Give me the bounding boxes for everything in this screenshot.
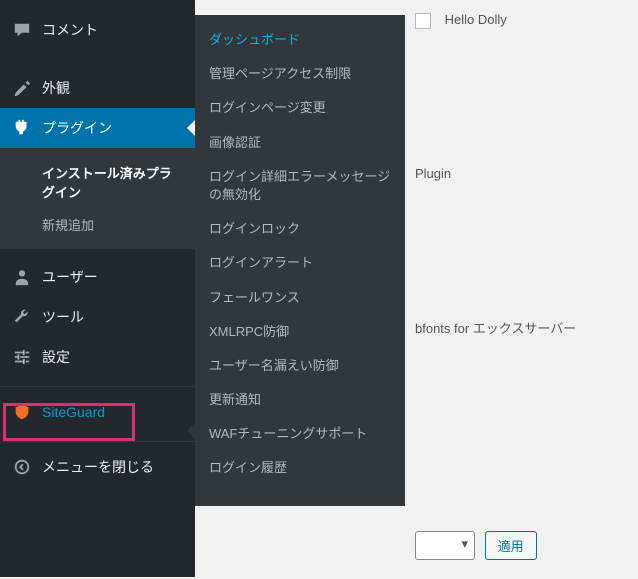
sidebar-item-collapse[interactable]: メニューを閉じる — [0, 447, 195, 487]
flyout-item-dashboard[interactable]: ダッシュボード — [195, 23, 405, 57]
plugin-name: Plugin — [415, 166, 451, 181]
plugin-row: Plugin — [415, 158, 628, 190]
menu-label: プラグイン — [42, 118, 112, 138]
plugin-name: bfonts for エックスサーバー — [415, 321, 576, 336]
active-arrow-icon — [187, 120, 195, 136]
plugin-name: Hello Dolly — [445, 12, 507, 27]
separator — [0, 437, 195, 442]
submenu-add-new[interactable]: 新規追加 — [0, 208, 195, 241]
menu-label: 外観 — [42, 78, 70, 98]
plugin-row: bfonts for エックスサーバー — [415, 310, 628, 346]
brush-icon — [12, 78, 32, 98]
flyout-item[interactable]: ログインアラート — [195, 246, 405, 280]
flyout-item[interactable]: ログインページ変更 — [195, 91, 405, 125]
plugins-submenu: インストール済みプラグイン 新規追加 — [0, 148, 195, 249]
settings-icon — [12, 347, 32, 367]
sidebar-item-comments[interactable]: コメント — [0, 10, 195, 50]
apply-button[interactable]: 適用 — [485, 531, 537, 560]
menu-label: コメント — [42, 20, 98, 40]
menu-label: SiteGuard — [42, 404, 105, 420]
collapse-icon — [12, 457, 32, 477]
users-icon — [12, 267, 32, 287]
menu-label: ユーザー — [42, 267, 98, 287]
flyout-item[interactable]: 画像認証 — [195, 126, 405, 160]
menu-label: メニューを閉じる — [42, 457, 154, 477]
sidebar-item-users[interactable]: ユーザー — [0, 257, 195, 297]
flyout-item[interactable]: フェールワンス — [195, 281, 405, 315]
menu-label: 設定 — [42, 347, 70, 367]
plugin-row: Hello Dolly — [415, 4, 628, 38]
sidebar-item-siteguard[interactable]: SiteGuard — [0, 392, 195, 432]
shield-icon — [12, 402, 32, 422]
bulk-select[interactable]: 一括 — [415, 531, 475, 560]
sidebar-item-plugins[interactable]: プラグイン — [0, 108, 195, 148]
bulk-actions-row: 一括 適用 — [415, 516, 628, 575]
sidebar-item-settings[interactable]: 設定 — [0, 337, 195, 377]
flyout-item[interactable]: WAFチューニングサポート — [195, 417, 405, 451]
flyout-item[interactable]: 管理ページアクセス制限 — [195, 57, 405, 91]
tools-icon — [12, 307, 32, 327]
comment-icon — [12, 20, 32, 40]
plugins-icon — [12, 118, 32, 138]
flyout-item[interactable]: ログイン詳細エラーメッセージの無効化 — [195, 160, 405, 212]
submenu-installed-plugins[interactable]: インストール済みプラグイン — [0, 156, 195, 208]
admin-sidebar: コメント 外観 プラグイン インストール済みプラグイン 新規追加 ユーザー ツー… — [0, 0, 195, 577]
menu-label: ツール — [42, 307, 84, 327]
checkbox[interactable] — [415, 13, 431, 29]
flyout-item[interactable]: 更新通知 — [195, 383, 405, 417]
flyout-item[interactable]: XMLRPC防御 — [195, 315, 405, 349]
siteguard-flyout: ダッシュボード 管理ページアクセス制限 ログインページ変更 画像認証 ログイン詳… — [195, 15, 405, 506]
sidebar-item-appearance[interactable]: 外観 — [0, 68, 195, 108]
separator — [0, 382, 195, 387]
sidebar-item-tools[interactable]: ツール — [0, 297, 195, 337]
flyout-item[interactable]: ユーザー名漏えい防御 — [195, 349, 405, 383]
flyout-item[interactable]: ログインロック — [195, 212, 405, 246]
flyout-arrow-icon — [187, 423, 195, 439]
main-content: Hello Dolly Plugin bfonts for エックスサーバー 一… — [405, 0, 638, 579]
flyout-item[interactable]: ログイン履歴 — [195, 451, 405, 485]
